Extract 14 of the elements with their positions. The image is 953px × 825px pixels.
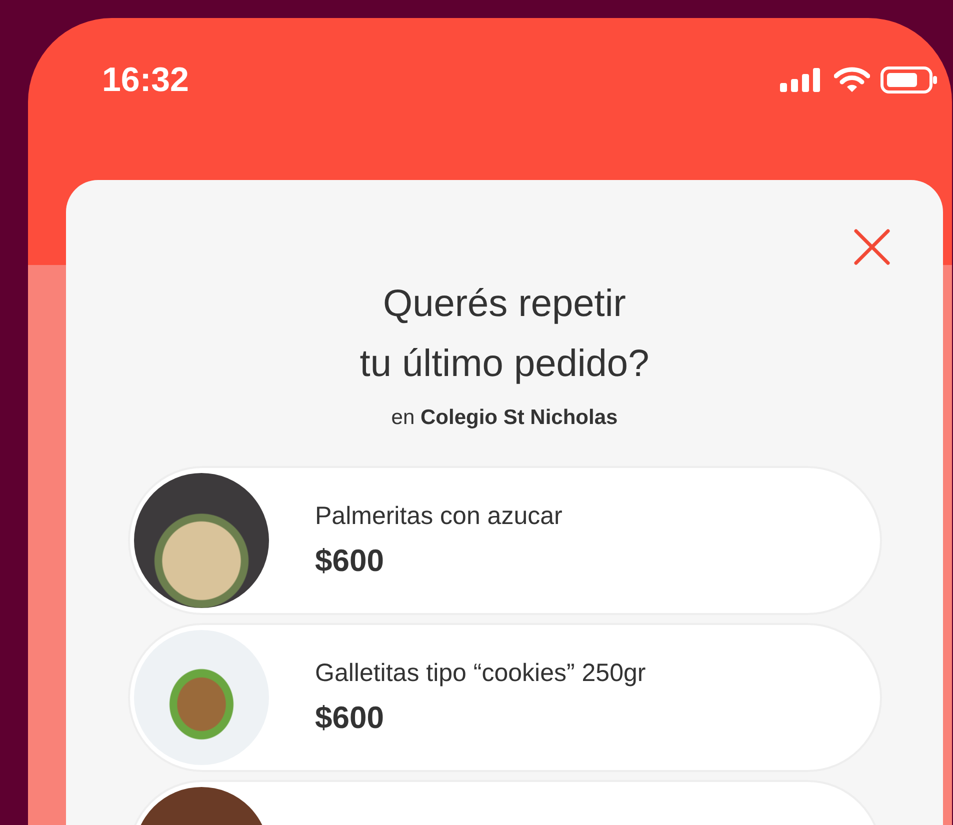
close-icon	[853, 228, 891, 266]
order-item-card[interactable]: Palmeritas con azucar $600	[130, 468, 880, 613]
item-price: $600	[315, 700, 385, 736]
battery-icon	[880, 66, 938, 94]
wifi-icon	[834, 67, 870, 93]
dialog-title: tu último pedido?	[360, 342, 650, 387]
order-item-card[interactable]: Galletitas tipo “cookies” 250gr $600	[130, 625, 880, 770]
item-name: Palmeritas con azucar	[315, 502, 562, 531]
close-button[interactable]	[853, 228, 891, 266]
dialog-subtitle: en Colegio St Nicholas	[391, 406, 618, 430]
item-name: Galletitas tipo “cookies” 250gr	[315, 659, 646, 688]
item-price: $600	[315, 543, 385, 579]
status-time: 16:32	[102, 60, 189, 100]
dialog-title: Querés repetir	[383, 282, 626, 327]
